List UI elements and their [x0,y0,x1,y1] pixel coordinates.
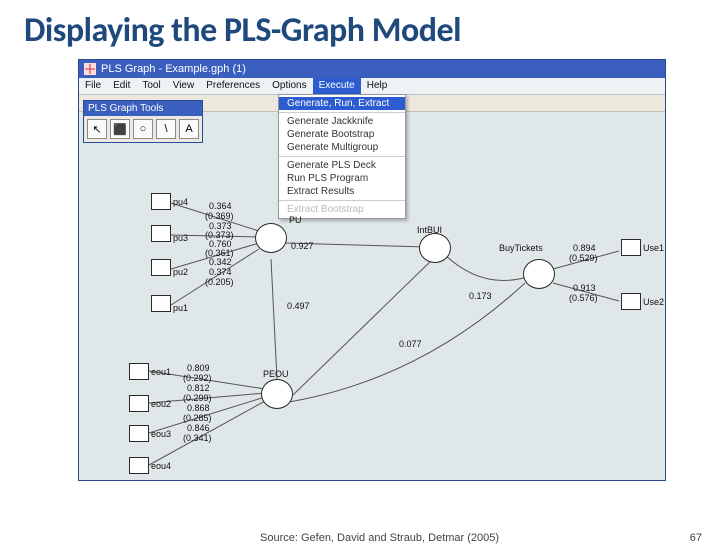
val: 0.342 [209,257,232,267]
menu-view[interactable]: View [167,78,201,94]
label-eou3: eou3 [151,429,171,439]
val: (0.299) [183,393,212,403]
val: 0.497 [287,301,310,311]
val: 0.077 [399,339,422,349]
box-eou2[interactable] [129,395,149,412]
label-eou2: eou2 [151,399,171,409]
label-eou1: eou1 [151,367,171,377]
label-pu4: pu4 [173,197,188,207]
label-pu3: pu3 [173,233,188,243]
box-eou3[interactable] [129,425,149,442]
val: (0.341) [183,433,212,443]
titlebar: PLS Graph - Example.gph (1) [79,60,665,78]
box-use2[interactable] [621,293,641,310]
label-pu2: pu2 [173,267,188,277]
menu-execute[interactable]: Execute [313,78,361,94]
label-PEOU: PEOU [263,369,289,379]
box-pu2[interactable] [151,259,171,276]
menubar: File Edit Tool View Preferences Options … [79,78,665,95]
box-pu1[interactable] [151,295,171,312]
label-PU: PU [289,215,302,225]
box-pu3[interactable] [151,225,171,242]
val: 0.809 [187,363,210,373]
val: 0.913 [573,283,596,293]
menu-file[interactable]: File [79,78,107,94]
val: 0.894 [573,243,596,253]
box-pu4[interactable] [151,193,171,210]
label-pu1: pu1 [173,303,188,313]
val: (0.285) [183,413,212,423]
label-Buy: BuyTickets [499,243,543,253]
val: (0.292) [183,373,212,383]
menu-preferences[interactable]: Preferences [200,78,266,94]
box-eou4[interactable] [129,457,149,474]
val: 0.812 [187,383,210,393]
menu-edit[interactable]: Edit [107,78,136,94]
val: 0.868 [187,403,210,413]
source-text: Source: Gefen, David and Straub, Detmar … [260,532,499,544]
menu-options[interactable]: Options [266,78,312,94]
label-eou4: eou4 [151,461,171,471]
val: 0.927 [291,241,314,251]
latent-buy[interactable] [523,259,555,289]
val: 0.173 [469,291,492,301]
label-use1: Use1 [643,243,664,253]
box-eou1[interactable] [129,363,149,380]
label-Int: IntBUI [417,225,442,235]
box-use1[interactable] [621,239,641,256]
app-window: PLS Graph - Example.gph (1) File Edit To… [78,59,666,481]
label-use2: Use2 [643,297,664,307]
val: (0.369) [205,211,234,221]
page-number: 67 [690,532,702,544]
val: 0.846 [187,423,210,433]
pls-icon [84,63,96,75]
latent-int[interactable] [419,233,451,263]
latent-pu[interactable] [255,223,287,253]
val: (0.529) [569,253,598,263]
model-canvas[interactable]: pu4 pu3 pu2 pu1 eou1 eou2 eou3 eou4 Use1… [79,111,665,480]
menu-tool[interactable]: Tool [136,78,166,94]
val: (0.576) [569,293,598,303]
val: (0.205) [205,277,234,287]
val: 0.364 [209,201,232,211]
window-title: PLS Graph - Example.gph (1) [101,63,660,75]
val: 0.374 [209,267,232,277]
latent-peou[interactable] [261,379,293,409]
slide-title: Displaying the PLS-Graph Model [24,10,706,51]
menu-help[interactable]: Help [361,78,394,94]
menu-item-generate-run-extract[interactable]: Generate, Run, Extract [279,97,405,110]
